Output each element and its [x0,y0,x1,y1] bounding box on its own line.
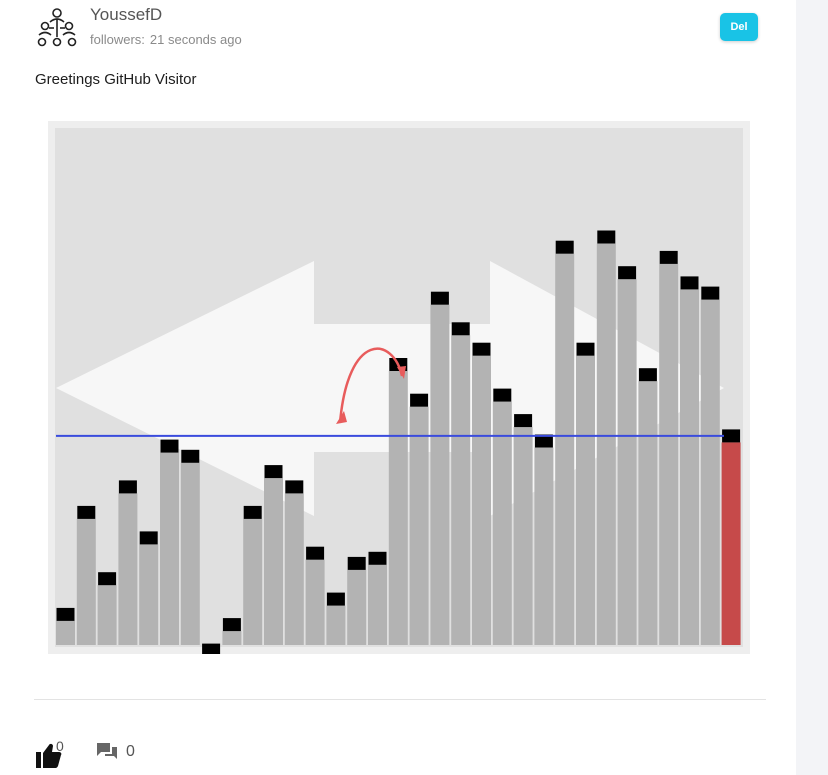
post-message: Greetings GitHub Visitor [35,71,197,88]
org-chart-icon [37,8,77,47]
chart-bar [555,253,575,645]
chart-bar [243,518,263,645]
bar-top-marker [680,276,699,290]
bar-top-marker [472,342,491,356]
author-name[interactable]: YoussefD [90,5,162,25]
bar-top-marker [347,556,366,570]
chart-bar [534,447,554,645]
bar-top-marker [243,505,262,519]
chart-bar [700,299,720,645]
bar-top-marker [368,551,387,565]
chart-bar [284,493,304,645]
chart-bar [264,478,283,645]
chart-bar [118,493,138,645]
page-right-gutter [796,0,828,775]
footer-divider [34,699,766,700]
bar-top-marker [202,643,221,654]
bar-top-marker [722,429,741,443]
bar-top-marker [514,414,533,428]
highlighted-bar [721,442,741,645]
bar-top-marker [659,250,678,264]
chart-bar [76,518,96,645]
chart-bar [56,620,75,645]
bar-top-marker [285,480,304,494]
post-image-chart [48,121,750,654]
chart-bar [596,243,616,645]
bar-top-marker [264,465,283,479]
chart-bar [617,279,637,645]
thumbs-up-icon[interactable] [34,740,74,770]
bar-top-marker [160,439,179,453]
bar-top-marker [451,322,470,336]
chart-bar [576,355,595,645]
bar-top-marker [118,480,137,494]
post-timestamp: 21 seconds ago [149,32,242,47]
bar-top-marker [326,592,345,606]
comment-icon[interactable] [96,742,118,762]
chart-bar [472,355,491,645]
chart-bar [430,304,450,645]
bar-top-marker [555,240,574,254]
chart-bar [222,631,242,645]
bar-top-marker [98,572,117,586]
comment-count: 0 [126,743,135,760]
chart-bar [638,381,658,645]
chart-bar [326,605,346,645]
chart-bar [492,401,512,645]
chart-bar [659,263,679,645]
post-card: YoussefD followers: 21 seconds ago Del Gr… [0,0,796,775]
chart-bar [97,585,117,645]
like-count: 0 [56,738,64,754]
chart-bar [160,452,179,645]
chart-bar [180,462,200,645]
chart-bar [368,564,387,645]
bar-top-marker [638,368,657,382]
bar-top-marker [618,266,637,280]
chart-bar [139,544,159,645]
bar-top-marker [56,607,75,621]
chart-bar [388,371,408,645]
chart-bar [513,427,533,645]
bar-top-marker [701,286,720,300]
chart-bar [680,289,699,645]
bar-top-marker [597,230,616,244]
bar-top-marker [306,546,325,560]
bar-top-marker [410,393,429,407]
delete-button[interactable]: Del [720,13,758,41]
bar-top-marker [493,388,512,402]
bar-top-marker [77,505,96,519]
meta-label: followers: [90,32,145,47]
bar-top-marker [576,342,595,356]
bar-top-marker [222,618,241,632]
chart-bar [451,335,471,645]
bar-top-marker [139,531,158,545]
bar-top-marker [430,291,449,305]
chart-bar [347,569,367,645]
chart-bar [409,406,429,645]
bar-top-marker [181,449,200,463]
chart-bar [305,559,325,645]
post-meta: followers: 21 seconds ago [90,32,242,47]
